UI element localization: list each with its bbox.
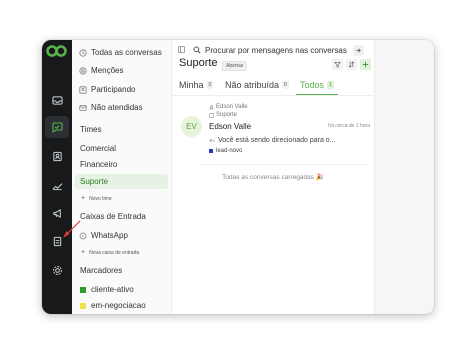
annotation-arrow bbox=[63, 220, 81, 238]
